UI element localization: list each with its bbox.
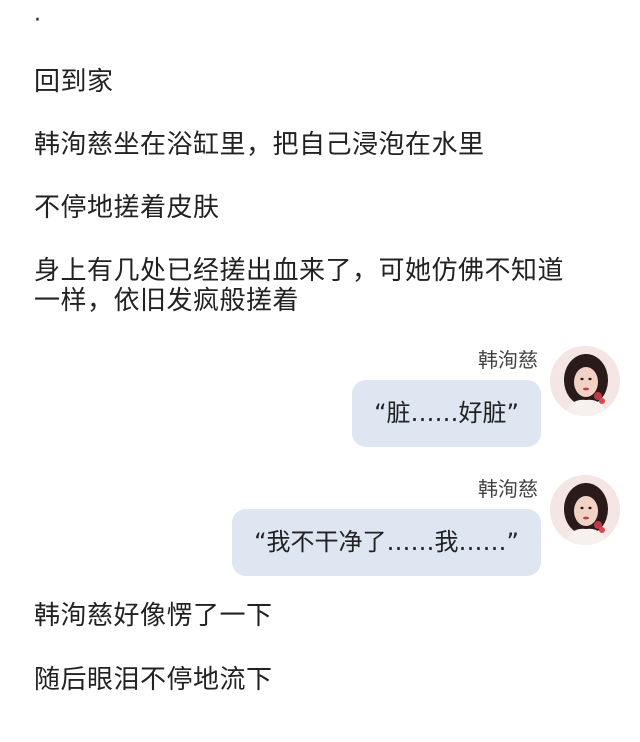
message-bubble: “我不干净了……我……” [232,509,541,576]
avatar[interactable] [550,346,620,416]
story-paragraph-1: 回到家 [34,67,114,97]
message-bubble: “脏……好脏” [352,380,541,447]
girl-portrait-avatar-icon [550,475,620,545]
separator-dot: · [34,8,41,33]
story-paragraph-4-line-1: 身上有几处已经搓出血来了，可她仿佛不知道 [34,256,565,286]
chat-message: 韩洵慈 “脏……好脏” [20,346,620,456]
sender-name: 韩洵慈 [478,348,538,372]
story-paragraph-2: 韩洵慈坐在浴缸里，把自己浸泡在水里 [34,130,485,160]
sender-name: 韩洵慈 [478,477,538,501]
story-paragraph-6: 随后眼泪不停地流下 [34,665,273,695]
story-paragraph-4-line-2: 一样，依旧发疯般搓着 [34,286,300,316]
story-paragraph-5: 韩洵慈好像愣了一下 [34,601,273,631]
story-paragraph-3: 不停地搓着皮肤 [34,193,220,223]
girl-portrait-avatar-icon [550,346,620,416]
story-paragraph-4: 身上有几处已经搓出血来了，可她仿佛不知道 一样，依旧发疯般搓着 [34,256,614,316]
chat-message: 韩洵慈 “我不干净了……我……” [20,475,620,585]
avatar[interactable] [550,475,620,545]
